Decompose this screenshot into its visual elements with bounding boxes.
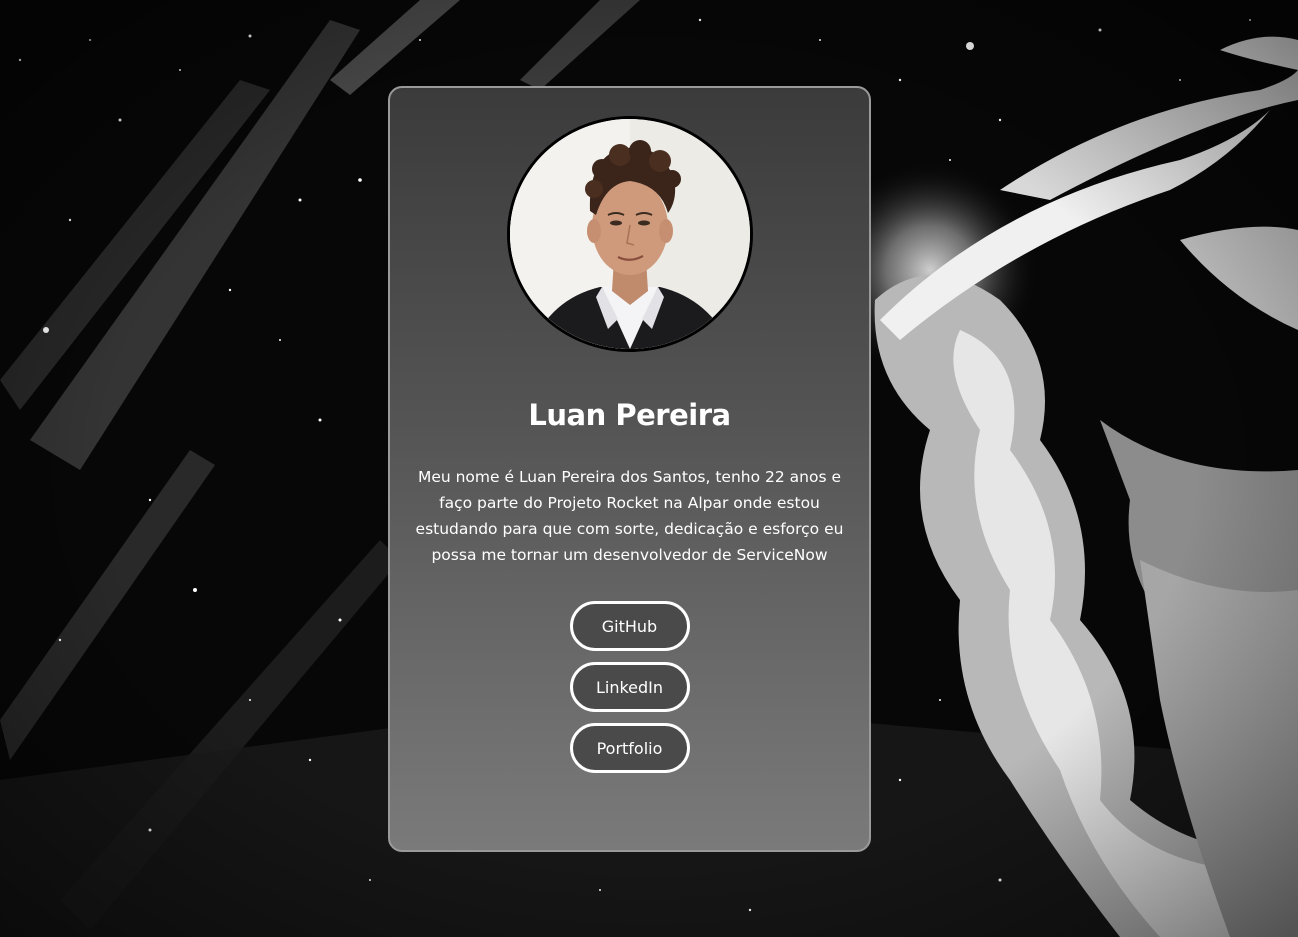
portfolio-link-button[interactable]: Portfolio	[569, 723, 690, 773]
social-links: GitHub LinkedIn Portfolio	[569, 601, 690, 773]
profile-card: Luan Pereira Meu nome é Luan Pereira dos…	[388, 86, 871, 852]
profile-avatar	[506, 116, 753, 352]
profile-name: Luan Pereira	[528, 398, 731, 432]
linkedin-link-button[interactable]: LinkedIn	[569, 662, 690, 712]
profile-bio: Meu nome é Luan Pereira dos Santos, tenh…	[415, 468, 844, 564]
profile-photo	[509, 119, 750, 349]
github-link-button[interactable]: GitHub	[569, 601, 690, 651]
